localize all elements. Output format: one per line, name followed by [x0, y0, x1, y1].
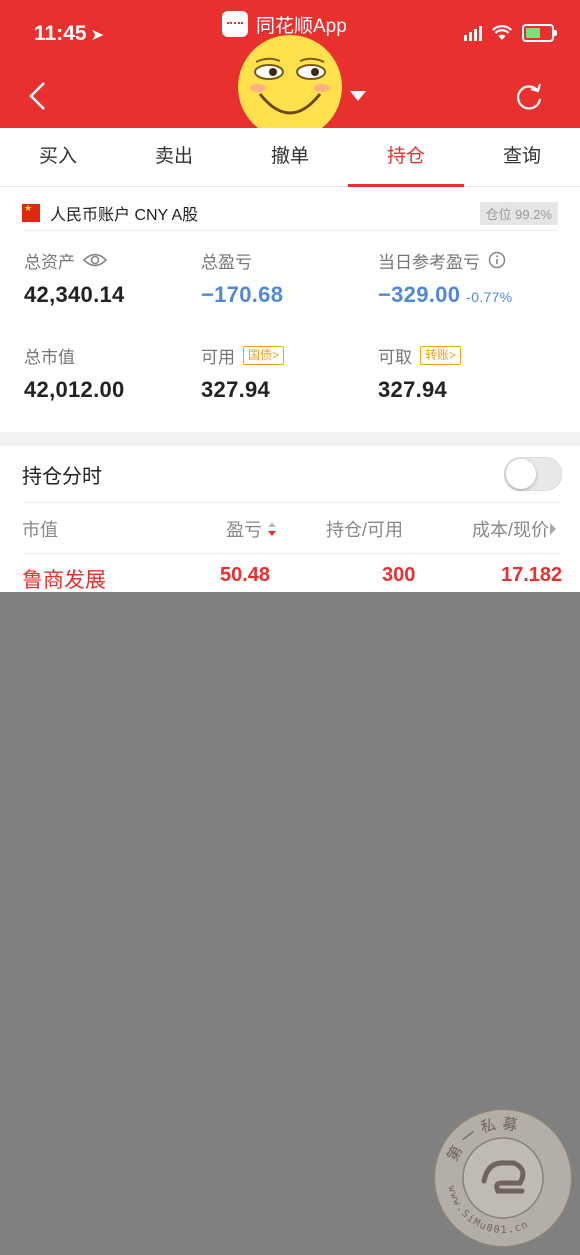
market-value-value: 42,012.00 [24, 377, 125, 402]
total-assets: 总资产 42,340.14 [24, 248, 125, 308]
trade-tabs: 买入 卖出 撤单 持仓 查询 [0, 128, 580, 187]
status-time: 11:45 ➤ [34, 22, 104, 46]
status-time-text: 11:45 [34, 22, 87, 45]
chevron-right-icon [550, 523, 557, 535]
header-position[interactable]: 持仓/可用 [326, 516, 403, 542]
header-pnl-label: 盈亏 [226, 520, 262, 540]
back-icon[interactable] [26, 80, 50, 112]
row-pnl: 50.48 [220, 564, 271, 586]
tab-buy[interactable]: 买入 [0, 128, 116, 186]
avatar-emoji-icon[interactable] [236, 34, 344, 140]
header-cost[interactable]: 成本/现价 [472, 516, 557, 542]
signal-icon [464, 25, 482, 41]
tab-holdings[interactable]: 持仓 [348, 128, 464, 187]
sort-icon [268, 522, 276, 536]
total-assets-value: 42,340.14 [24, 282, 125, 307]
daily-pnl-pct: -0.77% [466, 289, 513, 305]
watermark-seal: 第一私募 www.SiMu001.cn [433, 1108, 573, 1248]
location-arrow-icon: ➤ [90, 27, 104, 44]
header-pnl[interactable]: 盈亏 [226, 516, 277, 542]
tab-query[interactable]: 查询 [464, 128, 580, 186]
header-divider [22, 553, 562, 554]
tab-cancel[interactable]: 撤单 [232, 128, 348, 186]
eye-icon[interactable] [83, 252, 107, 268]
row-cost: 17.182 [501, 564, 563, 586]
total-pnl-label: 总盈亏 [201, 252, 252, 272]
withdrawable-value: 327.94 [378, 377, 448, 402]
section-divider [0, 432, 580, 446]
account-label: 人民币账户 CNY A股 [50, 207, 199, 224]
transfer-button[interactable]: 转账> [420, 345, 462, 365]
caret-down-icon[interactable] [349, 90, 367, 102]
total-pnl-value: −170.68 [201, 282, 284, 307]
available-value: 327.94 [201, 377, 271, 402]
market-value-label: 总市值 [24, 347, 75, 367]
treasury-bond-button[interactable]: 国债> [243, 345, 285, 365]
daily-pnl: 当日参考盈亏 −329.00 -0.77% [378, 248, 512, 308]
wifi-icon [492, 25, 512, 41]
daily-pnl-value: −329.00 [378, 282, 461, 307]
available-funds: 可用 国债> 327.94 [201, 343, 285, 403]
withdrawable-funds: 可取 转账> 327.94 [378, 343, 462, 403]
flag-icon [22, 203, 40, 222]
withdrawable-label: 可取 [378, 347, 412, 367]
tab-sell[interactable]: 卖出 [116, 128, 232, 186]
account-row[interactable]: 人民币账户 CNY A股 仓位 99.2% [22, 196, 558, 231]
holdings-timeline-toggle[interactable] [504, 457, 562, 491]
header-cost-label: 成本/现价 [472, 520, 550, 540]
position-ratio-badge: 仓位 99.2% [479, 201, 558, 225]
battery-icon [522, 24, 557, 42]
total-pnl: 总盈亏 −170.68 [201, 248, 283, 308]
header-market-value[interactable]: 市值 [22, 516, 58, 542]
info-icon[interactable] [488, 251, 506, 269]
refresh-icon[interactable] [514, 82, 544, 112]
status-icons [464, 24, 557, 42]
holdings-timeline-row: 持仓分时 [22, 446, 562, 503]
total-assets-label: 总资产 [24, 252, 75, 272]
holdings-timeline-label: 持仓分时 [22, 465, 102, 488]
row-position: 300 [382, 564, 416, 586]
market-value: 总市值 42,012.00 [24, 343, 125, 403]
available-label: 可用 [201, 347, 235, 367]
top-bar: 11:45 ➤ 同花顺App [0, 0, 580, 139]
daily-pnl-label: 当日参考盈亏 [378, 252, 480, 272]
toggle-knob [506, 459, 536, 489]
